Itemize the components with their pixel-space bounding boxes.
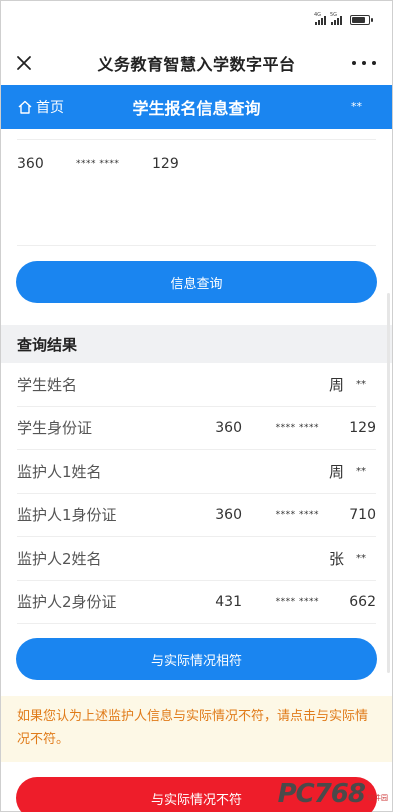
dot-icon — [352, 61, 356, 65]
nav-extra-text: ** — [351, 100, 362, 113]
signal-icon: 5G — [330, 12, 342, 25]
row-name-mask: ** — [356, 465, 366, 477]
row-name-value: 周 — [328, 375, 344, 394]
home-label: 首页 — [36, 100, 64, 116]
close-icon — [17, 56, 31, 70]
row-id-mask: **** **** — [275, 596, 319, 607]
row-name-value: 周 — [328, 462, 344, 481]
home-link[interactable]: 首页 — [17, 97, 64, 117]
id-number-field[interactable]: 360 **** **** 129 — [17, 140, 376, 188]
watermark-text: PC768 — [277, 779, 366, 809]
row-id-suffix: 129 — [349, 419, 376, 436]
row-id-prefix: 360 — [215, 419, 242, 436]
result-row-guardian2-name: 监护人2姓名 张 ** — [17, 537, 376, 581]
result-row-guardian1-id: 监护人1身份证 360 **** **** 710 — [17, 494, 376, 537]
results-list: 学生姓名 周 ** 学生身份证 360 **** **** 129 监护人1姓名… — [1, 363, 392, 624]
watermark-sub: 软件园 — [367, 794, 388, 802]
signal-tag: 4G — [314, 12, 322, 18]
row-label: 监护人2身份证 — [17, 593, 117, 612]
home-icon — [18, 100, 32, 114]
dot-icon — [362, 61, 366, 65]
row-id-suffix: 710 — [349, 506, 376, 523]
status-bar: 4G 5G — [1, 1, 392, 41]
more-options-button[interactable] — [352, 53, 376, 73]
row-name-mask: ** — [356, 378, 366, 390]
query-form: 360 **** **** 129 — [1, 139, 392, 246]
row-label: 学生姓名 — [17, 375, 78, 394]
id-part-mask: **** **** — [76, 159, 120, 169]
signal-icon: 4G — [314, 12, 326, 25]
app-title: 义务教育智慧入学数字平台 — [97, 55, 296, 74]
row-id-mask: **** **** — [275, 422, 319, 433]
row-label: 监护人2姓名 — [17, 549, 102, 568]
result-row-guardian2-id: 监护人2身份证 431 **** **** 662 — [17, 581, 376, 624]
signal-tag: 5G — [330, 12, 338, 18]
row-name-mask: ** — [356, 552, 366, 564]
result-row-guardian1-name: 监护人1姓名 周 ** — [17, 450, 376, 494]
app-title-bar: 义务教育智慧入学数字平台 — [1, 41, 392, 85]
row-id-mask: **** **** — [275, 509, 319, 520]
status-icons: 4G 5G — [314, 12, 373, 25]
confirm-match-button[interactable]: 与实际情况相符 — [16, 638, 377, 680]
results-header: 查询结果 — [1, 325, 392, 363]
row-id-prefix: 431 — [215, 593, 242, 610]
result-row-student-name: 学生姓名 周 ** — [17, 363, 376, 407]
watermark-logo: PC768 软件园 — [278, 779, 388, 809]
row-label: 监护人1身份证 — [17, 506, 117, 525]
query-button[interactable]: 信息查询 — [16, 261, 377, 303]
id-part-suffix: 129 — [152, 156, 179, 172]
battery-icon — [350, 15, 373, 25]
page-nav-bar: 首页 学生报名信息查询 ** — [1, 85, 392, 129]
row-id-suffix: 662 — [349, 593, 376, 610]
row-id-prefix: 360 — [215, 506, 242, 523]
row-name-value: 张 — [328, 549, 344, 568]
scrollbar[interactable] — [387, 293, 390, 673]
dot-icon — [372, 61, 376, 65]
id-part-prefix: 360 — [17, 156, 44, 172]
close-button[interactable] — [11, 50, 37, 76]
notice-text: 如果您认为上述监护人信息与实际情况不符，请点击与实际情况不符。 — [1, 696, 392, 762]
result-row-student-id: 学生身份证 360 **** **** 129 — [17, 407, 376, 450]
form-blank-area — [17, 188, 376, 245]
row-label: 监护人1姓名 — [17, 462, 102, 481]
divider — [17, 245, 376, 246]
row-label: 学生身份证 — [17, 419, 93, 438]
